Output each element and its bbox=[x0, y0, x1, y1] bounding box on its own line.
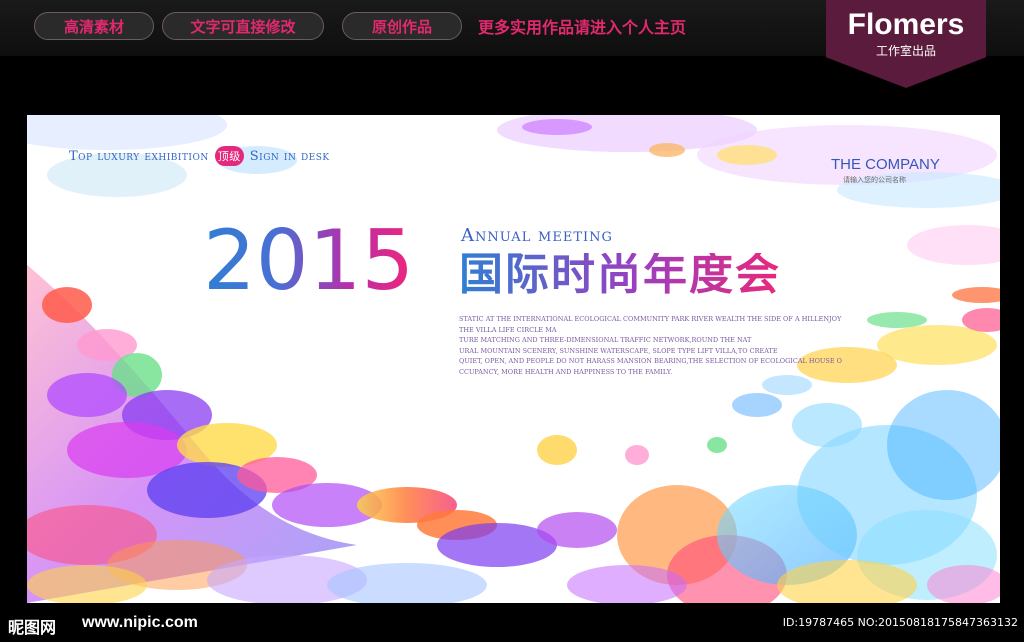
body-line: STATIC AT THE INTERNATIONAL ECOLOGICAL C… bbox=[459, 315, 842, 323]
hd-material-pill: 高清素材 bbox=[34, 12, 154, 40]
tagline-badge: 顶级 bbox=[214, 146, 244, 166]
body-line: TURE MATCHING AND THREE-DIMENSIONAL TRAF… bbox=[459, 336, 752, 344]
tagline: Top luxury exhibition 顶级 Sign in desk bbox=[69, 146, 330, 166]
promo-text[interactable]: 更多实用作品请进入个人主页 bbox=[478, 14, 686, 38]
chinese-title: 国际时尚年度会 bbox=[459, 249, 781, 300]
year-title: 2015 bbox=[203, 212, 415, 309]
body-line: QUIET, OPEN, AND PEOPLE DO NOT HARASS MA… bbox=[459, 357, 842, 365]
brand-sub: 工作室出品 bbox=[875, 44, 936, 58]
company-name: THE COMPANY bbox=[831, 156, 940, 173]
original-work-pill: 原创作品 bbox=[342, 12, 462, 40]
brand-badge: Flomers 工作室出品 bbox=[826, 0, 986, 88]
watermark-id: ID:19787465 NO:20150818175847363132 bbox=[782, 616, 1018, 629]
banner-artwork: Top luxury exhibition 顶级 Sign in desk TH… bbox=[27, 115, 1000, 603]
watermark-url[interactable]: www.nipic.com bbox=[82, 614, 198, 632]
company-subtitle: 请输入您的公司名称 bbox=[843, 176, 906, 184]
annual-meeting-title: Annual meeting bbox=[461, 225, 613, 246]
body-line: THE VILLA LIFE CIRCLE MA bbox=[459, 325, 557, 334]
body-text: STATIC AT THE INTERNATIONAL ECOLOGICAL C… bbox=[459, 314, 842, 377]
editable-text-pill: 文字可直接修改 bbox=[162, 12, 324, 40]
watermark-logo: 昵图网 bbox=[8, 618, 57, 637]
body-line: URAL MOUNTAIN SCENERY, SUNSHINE WATERSCA… bbox=[459, 346, 778, 355]
tagline-right: Sign in desk bbox=[249, 148, 330, 164]
brand-name: Flomers bbox=[847, 8, 965, 41]
body-line: CCUPANCY, MORE HEALTH AND HAPPINESS TO T… bbox=[459, 367, 673, 376]
tagline-left: Top luxury exhibition bbox=[69, 148, 209, 164]
